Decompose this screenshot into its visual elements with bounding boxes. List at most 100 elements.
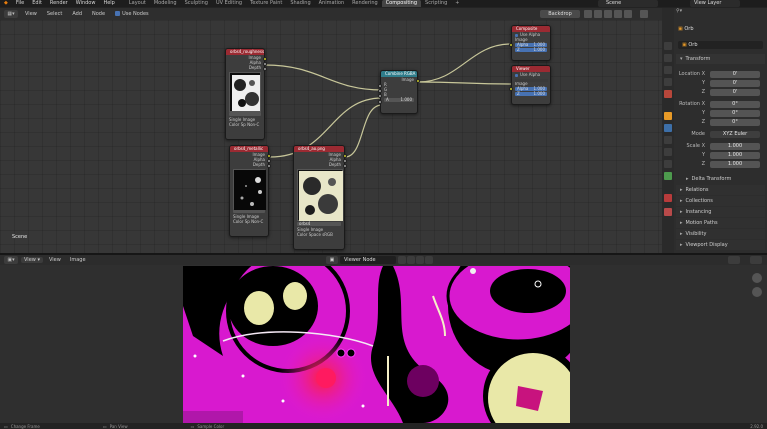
location-z-field[interactable]: 0'	[710, 88, 760, 96]
menu-render[interactable]: Render	[46, 0, 72, 7]
input-a-socket[interactable]	[378, 100, 382, 104]
data-tab-icon[interactable]	[664, 172, 672, 180]
input-image-socket[interactable]	[509, 87, 513, 91]
menu-edit[interactable]: Edit	[28, 0, 46, 7]
display-channels-icon[interactable]	[728, 256, 740, 264]
node-editor[interactable]: ▦▾ View Select Add Node Use Nodes Backdr…	[0, 8, 662, 253]
combine-rgba-node[interactable]: Combine RGBA Image R G B A 1.000	[378, 70, 420, 114]
rotation-y-field[interactable]: 0°	[710, 109, 760, 117]
output-image-socket[interactable]	[263, 57, 267, 61]
constraints-tab-icon[interactable]	[664, 160, 672, 168]
tab-rendering[interactable]: Rendering	[348, 0, 382, 7]
output-depth-socket[interactable]	[343, 164, 347, 168]
menu-window[interactable]: Window	[72, 0, 100, 7]
output-depth-socket[interactable]	[267, 164, 271, 168]
viewer-node[interactable]: Viewer Use Alpha Image Alpha 1.000 Z 1.000	[509, 65, 551, 105]
scale-x-row[interactable]: Scale X 1.000	[674, 142, 767, 150]
output-image-socket[interactable]	[267, 154, 271, 158]
image-new-icon[interactable]	[407, 256, 415, 264]
pan-hand-icon[interactable]	[752, 287, 762, 297]
tab-sculpting[interactable]: Sculpting	[181, 0, 212, 7]
location-x-row[interactable]: Location X 0'	[674, 70, 767, 78]
blender-logo-icon[interactable]: ◆	[0, 0, 12, 7]
colorspace-row[interactable]: Color Sp Non-C	[226, 122, 264, 127]
location-z-row[interactable]: Z 0'	[674, 88, 767, 96]
editor-type-icon[interactable]: ▣▾	[4, 256, 18, 264]
relations-panel[interactable]: ▸ Relations	[676, 185, 765, 195]
delta-transform-panel[interactable]: ▸ Delta Transform	[682, 174, 765, 184]
object-name-field[interactable]: ▣ Orb	[678, 41, 763, 49]
rotation-x-row[interactable]: Rotation X 0°	[674, 100, 767, 108]
collections-panel[interactable]: ▸ Collections	[676, 196, 765, 206]
tool-tab-icon[interactable]	[664, 42, 672, 50]
image-node-ao[interactable]: orbs4_ao.png Image Alpha Depth orbs4 Sin…	[293, 145, 347, 250]
image-open-icon[interactable]	[416, 256, 424, 264]
scale-y-row[interactable]: Y 1.000	[674, 151, 767, 159]
colorspace-row[interactable]: Color Space sRGB	[294, 232, 344, 237]
image-editor[interactable]: ▣▾ View ▾ View Image ▣ Viewer Node	[0, 255, 767, 423]
rotation-mode-row[interactable]: Mode XYZ Euler	[674, 130, 767, 138]
transform-panel-header[interactable]: ▾ Transform	[676, 54, 765, 64]
input-r-socket[interactable]	[378, 84, 382, 88]
search-icon[interactable]: ⚲▾	[676, 8, 694, 16]
texture-tab-icon[interactable]	[664, 208, 672, 216]
image-pin-icon[interactable]	[398, 256, 406, 264]
rotation-mode-dropdown[interactable]: XYZ Euler	[710, 130, 760, 138]
object-name-row[interactable]: ▣ Orb	[678, 25, 763, 33]
menu-image[interactable]: Image	[67, 257, 89, 263]
input-b-socket[interactable]	[378, 94, 382, 98]
tab-texture-paint[interactable]: Texture Paint	[246, 0, 286, 7]
tab-scripting[interactable]: Scripting	[421, 0, 451, 7]
location-x-field[interactable]: 0'	[710, 70, 760, 78]
view-layer-tab-icon[interactable]	[664, 78, 672, 86]
visibility-panel[interactable]: ▸ Visibility	[676, 229, 765, 239]
rotation-z-field[interactable]: 0°	[710, 118, 760, 126]
motion-paths-panel[interactable]: ▸ Motion Paths	[676, 218, 765, 228]
image-browse-icon[interactable]: ▣	[326, 256, 338, 264]
rotation-z-row[interactable]: Z 0°	[674, 118, 767, 126]
menu-help[interactable]: Help	[99, 0, 118, 7]
add-workspace-icon[interactable]: +	[451, 0, 463, 7]
input-z-field[interactable]: Z 1.000	[515, 48, 547, 52]
scene-tab-icon[interactable]	[664, 90, 672, 98]
scale-z-field[interactable]: 1.000	[710, 160, 760, 168]
output-alpha-socket[interactable]	[267, 159, 271, 163]
output-alpha-socket[interactable]	[263, 62, 267, 66]
rotation-x-field[interactable]: 0°	[710, 100, 760, 108]
tab-shading[interactable]: Shading	[286, 0, 314, 7]
zoom-icon[interactable]	[752, 273, 762, 283]
rotation-y-row[interactable]: Y 0°	[674, 109, 767, 117]
location-y-field[interactable]: 0'	[710, 79, 760, 87]
input-a-field[interactable]: A 1.000	[384, 98, 414, 102]
scene-selector[interactable]: Scene	[598, 0, 658, 7]
scale-x-field[interactable]: 1.000	[710, 142, 760, 150]
input-image-socket[interactable]	[509, 43, 513, 47]
output-image-socket[interactable]	[343, 154, 347, 158]
scale-z-row[interactable]: Z 1.000	[674, 160, 767, 168]
tab-modeling[interactable]: Modeling	[150, 0, 181, 7]
image-datablock-field[interactable]: Viewer Node	[340, 256, 396, 264]
render-tab-icon[interactable]	[664, 54, 672, 62]
image-node-metallic[interactable]: orbs4_metallic Image Alpha Depth Single …	[229, 145, 271, 237]
instancing-panel[interactable]: ▸ Instancing	[676, 207, 765, 217]
colorspace-row[interactable]: Color Sp Non-C	[230, 219, 268, 224]
composite-node[interactable]: Composite Use Alpha Image Alpha 1.000 Z 1.…	[509, 25, 551, 61]
view-mode-dropdown[interactable]: View ▾	[21, 257, 43, 263]
input-z-field[interactable]: Z 1.000	[515, 92, 547, 96]
view-layer-selector[interactable]: View Layer	[690, 0, 740, 7]
tab-animation[interactable]: Animation	[315, 0, 349, 7]
location-y-row[interactable]: Y 0'	[674, 79, 767, 87]
viewer-image-canvas[interactable]	[183, 266, 570, 423]
material-tab-icon[interactable]	[664, 194, 672, 202]
use-alpha-checkbox[interactable]: Use Alpha	[512, 72, 550, 77]
tab-layout[interactable]: Layout	[125, 0, 150, 7]
menu-view[interactable]: View	[46, 257, 64, 263]
menu-file[interactable]: File	[12, 0, 28, 7]
tab-uv-editing[interactable]: UV Editing	[212, 0, 246, 7]
input-g-socket[interactable]	[378, 89, 382, 93]
tab-compositing[interactable]: Compositing	[381, 0, 422, 7]
viewport-display-panel[interactable]: ▸ Viewport Display	[676, 240, 765, 250]
image-node-roughness[interactable]: orbs4_roughness Image Alpha Depth Single…	[225, 48, 267, 140]
particles-tab-icon[interactable]	[664, 136, 672, 144]
output-alpha-socket[interactable]	[343, 159, 347, 163]
